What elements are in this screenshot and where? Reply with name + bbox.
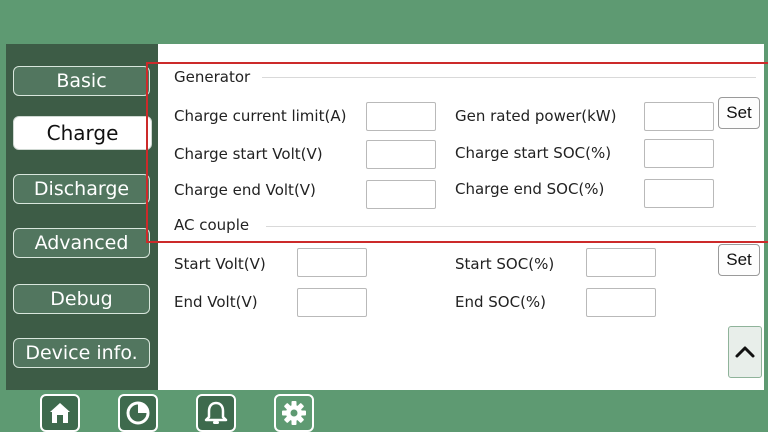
home-icon [50, 403, 70, 423]
start-volt-input[interactable] [297, 248, 367, 277]
start-soc-label: Start SOC(%) [455, 255, 555, 273]
ac-couple-set-button[interactable]: Set [718, 244, 760, 276]
ac-couple-divider [266, 226, 756, 227]
nav-alerts-button[interactable] [196, 394, 236, 432]
generator-set-button[interactable]: Set [718, 97, 760, 129]
charge-start-volt-input[interactable] [366, 140, 436, 169]
gear-icon [282, 401, 306, 425]
ac-couple-section-title: AC couple [174, 216, 250, 234]
end-volt-input[interactable] [297, 288, 367, 317]
charge-current-limit-input[interactable] [366, 102, 436, 131]
gen-rated-power-input[interactable] [644, 102, 714, 131]
sidebar: Basic Charge Discharge Advanced Debug De… [6, 44, 158, 390]
start-soc-input[interactable] [586, 248, 656, 277]
generator-section-title: Generator [174, 68, 251, 86]
tab-discharge[interactable]: Discharge [13, 174, 150, 204]
chevron-up-icon [735, 346, 755, 358]
end-soc-label: End SOC(%) [455, 293, 547, 311]
tab-basic[interactable]: Basic [13, 66, 150, 96]
pie-chart-icon [126, 401, 150, 425]
gen-rated-power-label: Gen rated power(kW) [455, 107, 617, 125]
end-volt-label: End Volt(V) [174, 293, 258, 311]
charge-end-soc-input[interactable] [644, 179, 714, 208]
nav-home-button[interactable] [40, 394, 80, 432]
charge-end-volt-label: Charge end Volt(V) [174, 181, 316, 199]
bottom-nav-bar [0, 390, 768, 432]
tab-charge[interactable]: Charge [13, 116, 152, 150]
bell-icon [204, 401, 228, 424]
scroll-up-button[interactable] [728, 326, 762, 378]
nav-settings-button[interactable] [274, 394, 314, 432]
frame-right [764, 0, 768, 432]
start-volt-label: Start Volt(V) [174, 255, 266, 273]
charge-end-soc-label: Charge end SOC(%) [455, 180, 605, 198]
top-bar [0, 0, 768, 44]
charge-start-soc-label: Charge start SOC(%) [455, 144, 612, 162]
charge-current-limit-label: Charge current limit(A) [174, 107, 347, 125]
generator-divider [262, 77, 756, 78]
charge-start-volt-label: Charge start Volt(V) [174, 145, 323, 163]
charge-end-volt-input[interactable] [366, 180, 436, 209]
end-soc-input[interactable] [586, 288, 656, 317]
tab-advanced[interactable]: Advanced [13, 228, 150, 258]
charge-start-soc-input[interactable] [644, 139, 714, 168]
tab-device-info[interactable]: Device info. [13, 338, 150, 368]
tab-debug[interactable]: Debug [13, 284, 150, 314]
nav-stats-button[interactable] [118, 394, 158, 432]
